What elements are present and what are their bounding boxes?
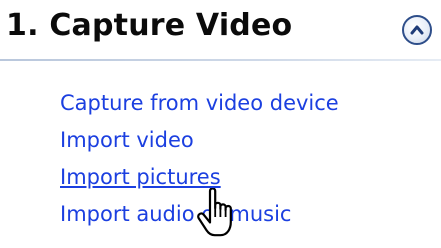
task-panel: 1. Capture Video Capture from video devi… (0, 0, 441, 248)
header-divider (0, 59, 441, 61)
section-header[interactable]: 1. Capture Video (0, 0, 441, 62)
collapse-button[interactable] (402, 15, 432, 45)
list-item: Import audio or music (60, 199, 339, 236)
task-list: Capture from video device Import video I… (60, 88, 339, 236)
import-audio-link[interactable]: Import audio or music (60, 202, 291, 226)
list-item: Import pictures (60, 162, 339, 199)
chevron-up-icon (410, 25, 424, 35)
import-pictures-link[interactable]: Import pictures (60, 165, 221, 189)
list-item: Capture from video device (60, 88, 339, 125)
section-title[interactable]: 1. Capture Video (6, 6, 292, 46)
capture-from-device-link[interactable]: Capture from video device (60, 91, 339, 115)
import-video-link[interactable]: Import video (60, 128, 194, 152)
list-item: Import video (60, 125, 339, 162)
